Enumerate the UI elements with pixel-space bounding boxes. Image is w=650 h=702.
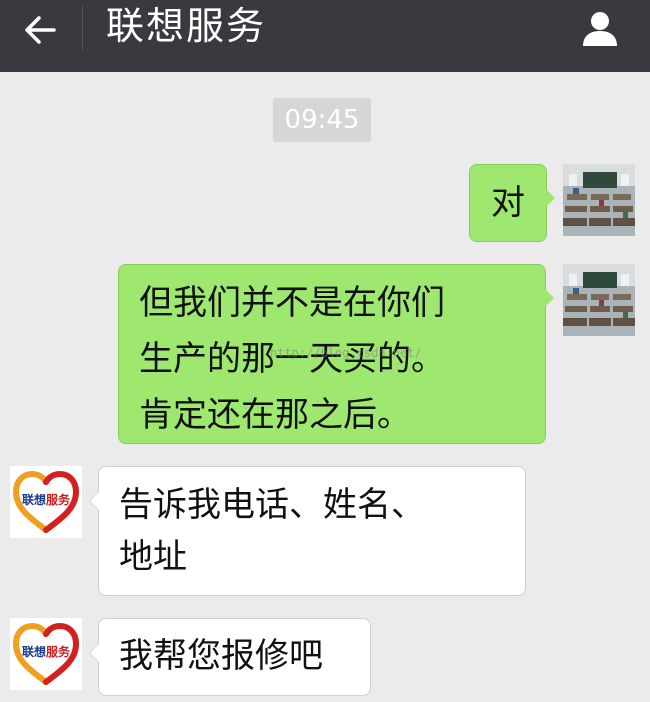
my-avatar[interactable]	[563, 164, 635, 236]
outgoing-message[interactable]: 对	[469, 164, 555, 242]
service-avatar[interactable]: 联想服务	[10, 466, 82, 538]
person-icon	[583, 12, 617, 46]
incoming-message[interactable]: 我帮您报修吧	[89, 618, 371, 696]
chat-title: 联想服务	[106, 4, 267, 48]
top-bar: 联想服务	[0, 0, 650, 72]
service-avatar[interactable]: 联想服务	[10, 618, 82, 690]
header-divider	[82, 6, 83, 50]
my-avatar[interactable]	[563, 264, 635, 336]
classroom-photo-icon	[563, 264, 635, 336]
profile-button[interactable]	[578, 6, 622, 50]
arrow-left-icon	[25, 16, 56, 44]
classroom-photo-icon	[563, 164, 635, 236]
back-button[interactable]	[14, 8, 66, 52]
message-timestamp: 09:45	[273, 98, 371, 142]
logo-wordmark: 联想服务	[22, 645, 71, 659]
incoming-message[interactable]: 告诉我电话、姓名、 地址	[89, 466, 526, 596]
logo-wordmark: 联想服务	[22, 493, 71, 507]
watermark: http://blog.csdn.net/	[270, 346, 422, 360]
